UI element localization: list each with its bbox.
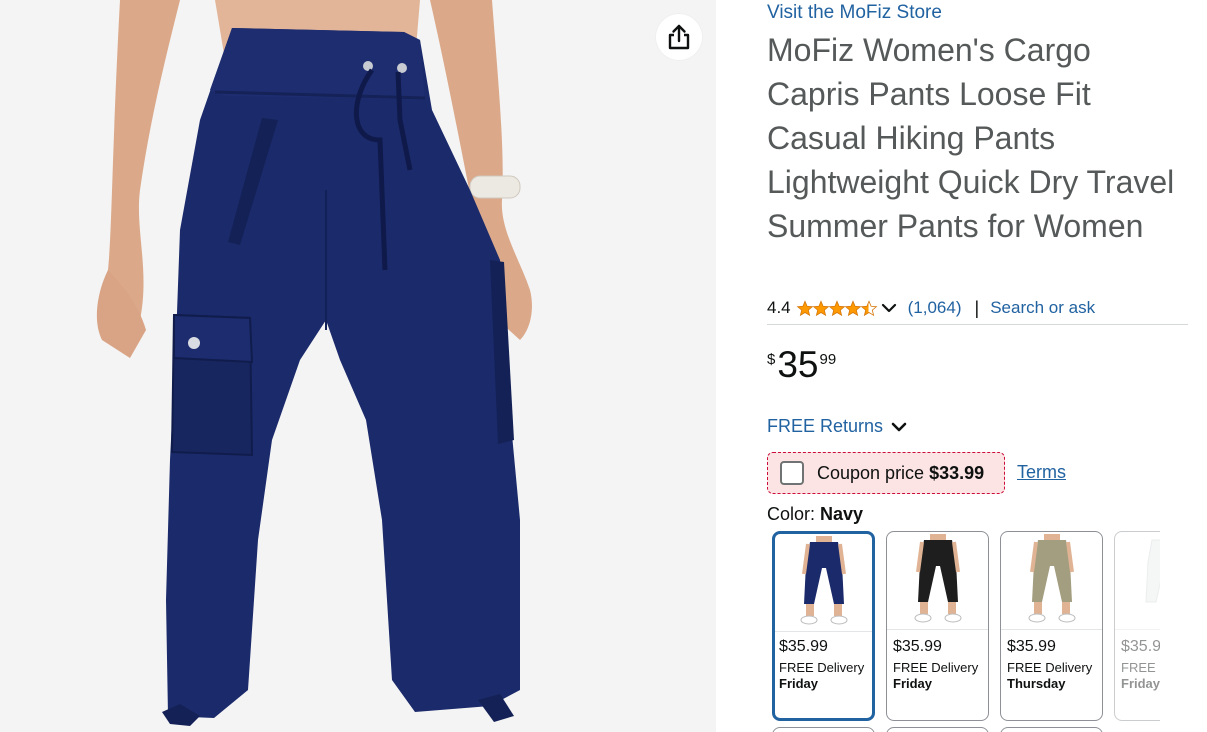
- swatch-price: $35.99: [1007, 638, 1056, 655]
- coupon-terms-link[interactable]: Terms: [1017, 462, 1066, 483]
- coupon-box: Coupon price $33.99: [767, 452, 1005, 494]
- stars-icon: [796, 300, 896, 316]
- color-selected-value: Navy: [820, 504, 864, 524]
- share-button[interactable]: [656, 14, 702, 60]
- share-icon: [668, 24, 690, 50]
- swatch-thumbnail: [887, 532, 988, 630]
- swatch-price: $35.99: [1121, 638, 1160, 655]
- free-returns-link[interactable]: FREE Returns: [767, 416, 907, 437]
- divider: [767, 324, 1188, 325]
- coupon-checkbox[interactable]: [780, 461, 804, 485]
- swatch-pants-image: [1144, 539, 1160, 603]
- color-swatch-list: $35.99 FREE Delivery Friday $35.99 FREE …: [772, 531, 1160, 732]
- swatch-delivery-day: Friday: [893, 676, 933, 691]
- swatch-price: $35.99: [893, 638, 942, 655]
- store-link[interactable]: Visit the MoFiz Store: [767, 2, 942, 24]
- color-label: Color:: [767, 504, 816, 524]
- swatch-next-row: [772, 727, 875, 732]
- swatch-delivery-day: Friday: [779, 676, 819, 691]
- price-symbol: $: [767, 351, 776, 368]
- product-title: MoFiz Women's Cargo Capris Pants Loose F…: [767, 32, 1175, 244]
- rating-stars[interactable]: [796, 299, 904, 317]
- swatch-thumbnail: [1115, 532, 1160, 630]
- swatch-price: $35.99: [779, 638, 828, 655]
- coupon-label: Coupon price: [817, 462, 925, 483]
- rating-row: 4.4 (1,064) | Search or ask: [767, 297, 1188, 319]
- price-fraction: 99: [819, 351, 837, 368]
- product-image[interactable]: [0, 0, 716, 732]
- swatch-pants-image: [914, 534, 961, 623]
- swatch-white[interactable]: $35.99 FREE Delivery Friday: [1114, 531, 1160, 721]
- price-whole: 35: [777, 344, 819, 385]
- swatch-delivery: FREE Delivery: [779, 660, 865, 675]
- search-or-ask-link[interactable]: Search or ask: [990, 298, 1095, 318]
- rating-count-link[interactable]: (1,064): [908, 298, 962, 318]
- swatch-khaki[interactable]: $35.99 FREE Delivery Thursday: [1000, 531, 1103, 721]
- swatch-pants-image: [800, 536, 847, 625]
- price: $ 35 99: [767, 346, 836, 383]
- rating-separator: |: [974, 297, 980, 318]
- swatch-pants-image: [1028, 534, 1075, 623]
- free-returns-label: FREE Returns: [767, 416, 884, 436]
- swatch-black[interactable]: $35.99 FREE Delivery Friday: [886, 531, 989, 721]
- swatch-delivery: FREE Delivery: [893, 660, 979, 675]
- swatch-navy[interactable]: $35.99 FREE Delivery Friday: [772, 531, 875, 721]
- coupon-amount: $33.99: [929, 462, 985, 483]
- coupon-text: Coupon price $33.99: [817, 463, 984, 484]
- swatch-delivery: FREE Delivery: [1007, 660, 1093, 675]
- swatch-delivery-day: Thursday: [1007, 676, 1066, 691]
- swatch-thumbnail: [775, 534, 872, 632]
- swatch-next-row: [886, 727, 989, 732]
- rating-value: 4.4: [767, 298, 791, 317]
- swatch-delivery-day: Friday: [1121, 676, 1160, 691]
- swatch-next-row: [1000, 727, 1103, 732]
- chevron-down-icon: [891, 422, 907, 431]
- swatch-thumbnail: [1001, 532, 1102, 630]
- product-image-pane[interactable]: [0, 0, 716, 732]
- swatch-delivery: FREE Delivery: [1121, 660, 1160, 675]
- color-selection: Color: Navy: [767, 504, 863, 525]
